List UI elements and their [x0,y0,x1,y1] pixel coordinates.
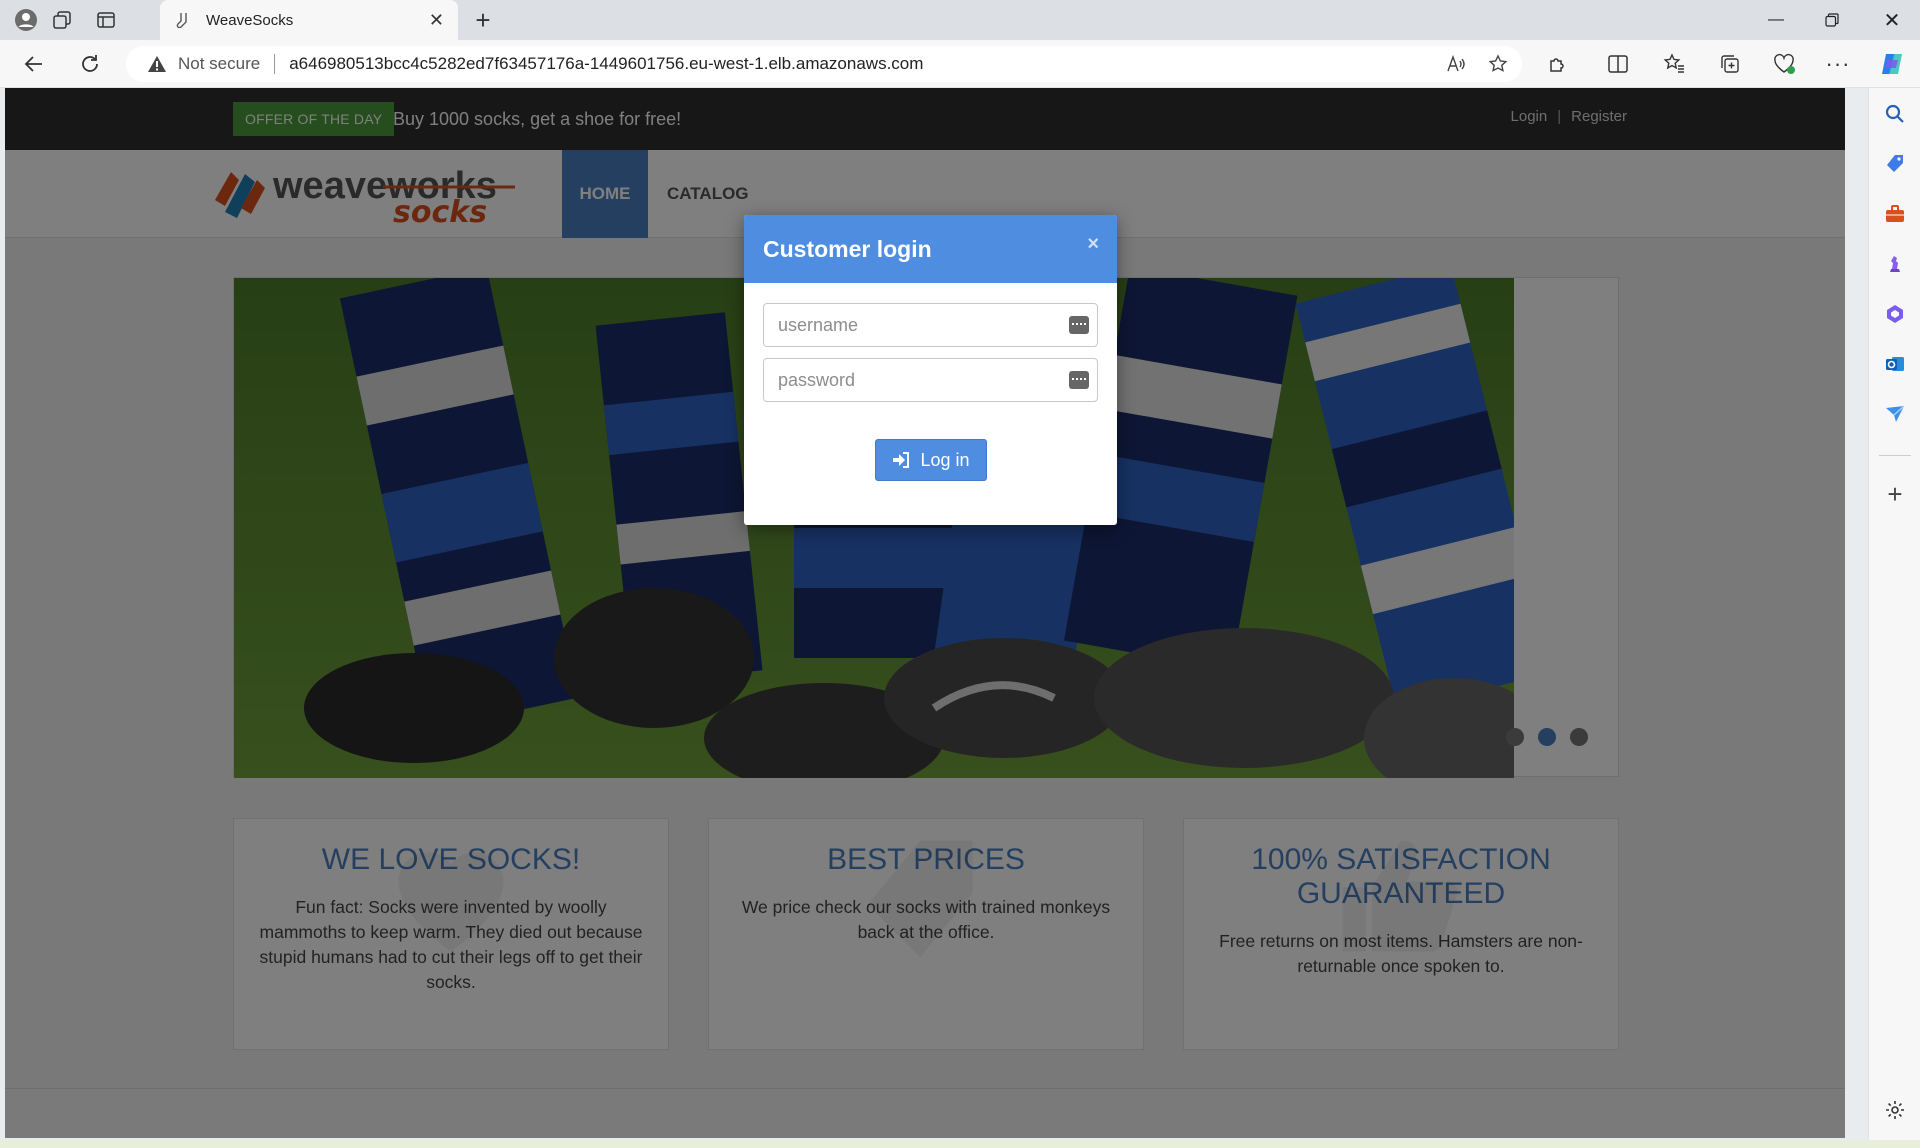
url-text[interactable]: a646980513bcc4c5282ed7f63457176a-1449601… [289,54,923,74]
url-separator [274,54,276,74]
customer-login-modal: Customer login × Log in [744,215,1117,525]
settings-gear-icon[interactable] [1877,1092,1913,1128]
read-aloud-icon[interactable] [1438,46,1474,82]
password-manager-icon[interactable] [1069,316,1089,334]
shopping-tag-icon[interactable] [1877,146,1913,182]
new-tab-icon[interactable]: + [466,4,500,36]
password-input[interactable] [778,369,1058,391]
browser-tab-strip: WeaveSocks ✕ + — ✕ [0,0,1920,40]
minimize-icon[interactable]: — [1748,0,1804,40]
log-in-button[interactable]: Log in [875,439,987,481]
password-manager-icon[interactable] [1069,371,1089,389]
not-secure-label[interactable]: Not secure [178,54,260,74]
more-menu-icon[interactable]: ··· [1818,46,1858,82]
close-icon[interactable]: × [1087,233,1099,256]
edge-sidebar: + [1868,88,1920,1148]
tab-close-icon[interactable]: ✕ [429,10,444,31]
workspaces-icon[interactable] [44,4,80,36]
outlook-icon[interactable] [1877,346,1913,382]
log-in-label: Log in [920,449,970,470]
browser-tab-active[interactable]: WeaveSocks ✕ [160,0,458,40]
tab-title: WeaveSocks [206,11,294,29]
weavesocks-page: OFFER OF THE DAY Buy 1000 socks, get a s… [5,88,1845,1138]
copilot-icon[interactable] [1872,46,1912,82]
collections-icon[interactable] [1710,46,1750,82]
warning-icon [146,54,168,74]
browser-essentials-icon[interactable] [1764,46,1804,82]
favorite-star-icon[interactable] [1480,46,1516,82]
sign-in-icon [893,452,910,468]
add-sidebar-icon[interactable]: + [1877,476,1913,512]
favorites-icon[interactable] [1654,46,1694,82]
address-bar[interactable]: Not secure a646980513bcc4c5282ed7f634571… [126,46,1522,82]
modal-header: Customer login × [744,215,1117,283]
send-plane-icon[interactable] [1877,396,1913,432]
refresh-icon[interactable] [72,46,108,82]
sock-favicon-icon [174,11,192,29]
back-icon[interactable] [16,46,52,82]
search-icon[interactable] [1877,96,1913,132]
username-field[interactable] [763,303,1098,347]
username-input[interactable] [778,314,1058,336]
profile-icon[interactable] [8,4,44,36]
sidebar-divider [1879,455,1911,456]
browser-toolbar: Not secure a646980513bcc4c5282ed7f634571… [0,40,1920,88]
games-chess-icon[interactable] [1877,246,1913,282]
password-field[interactable] [763,358,1098,402]
extensions-icon[interactable] [1538,46,1578,82]
tools-briefcase-icon[interactable] [1877,196,1913,232]
microsoft365-icon[interactable] [1877,296,1913,332]
close-window-icon[interactable]: ✕ [1864,0,1920,40]
modal-title: Customer login [763,235,932,262]
bottom-strip [0,1140,1920,1148]
restore-icon[interactable] [1804,0,1860,40]
split-screen-icon[interactable] [1598,46,1638,82]
vertical-tabs-icon[interactable] [88,4,124,36]
